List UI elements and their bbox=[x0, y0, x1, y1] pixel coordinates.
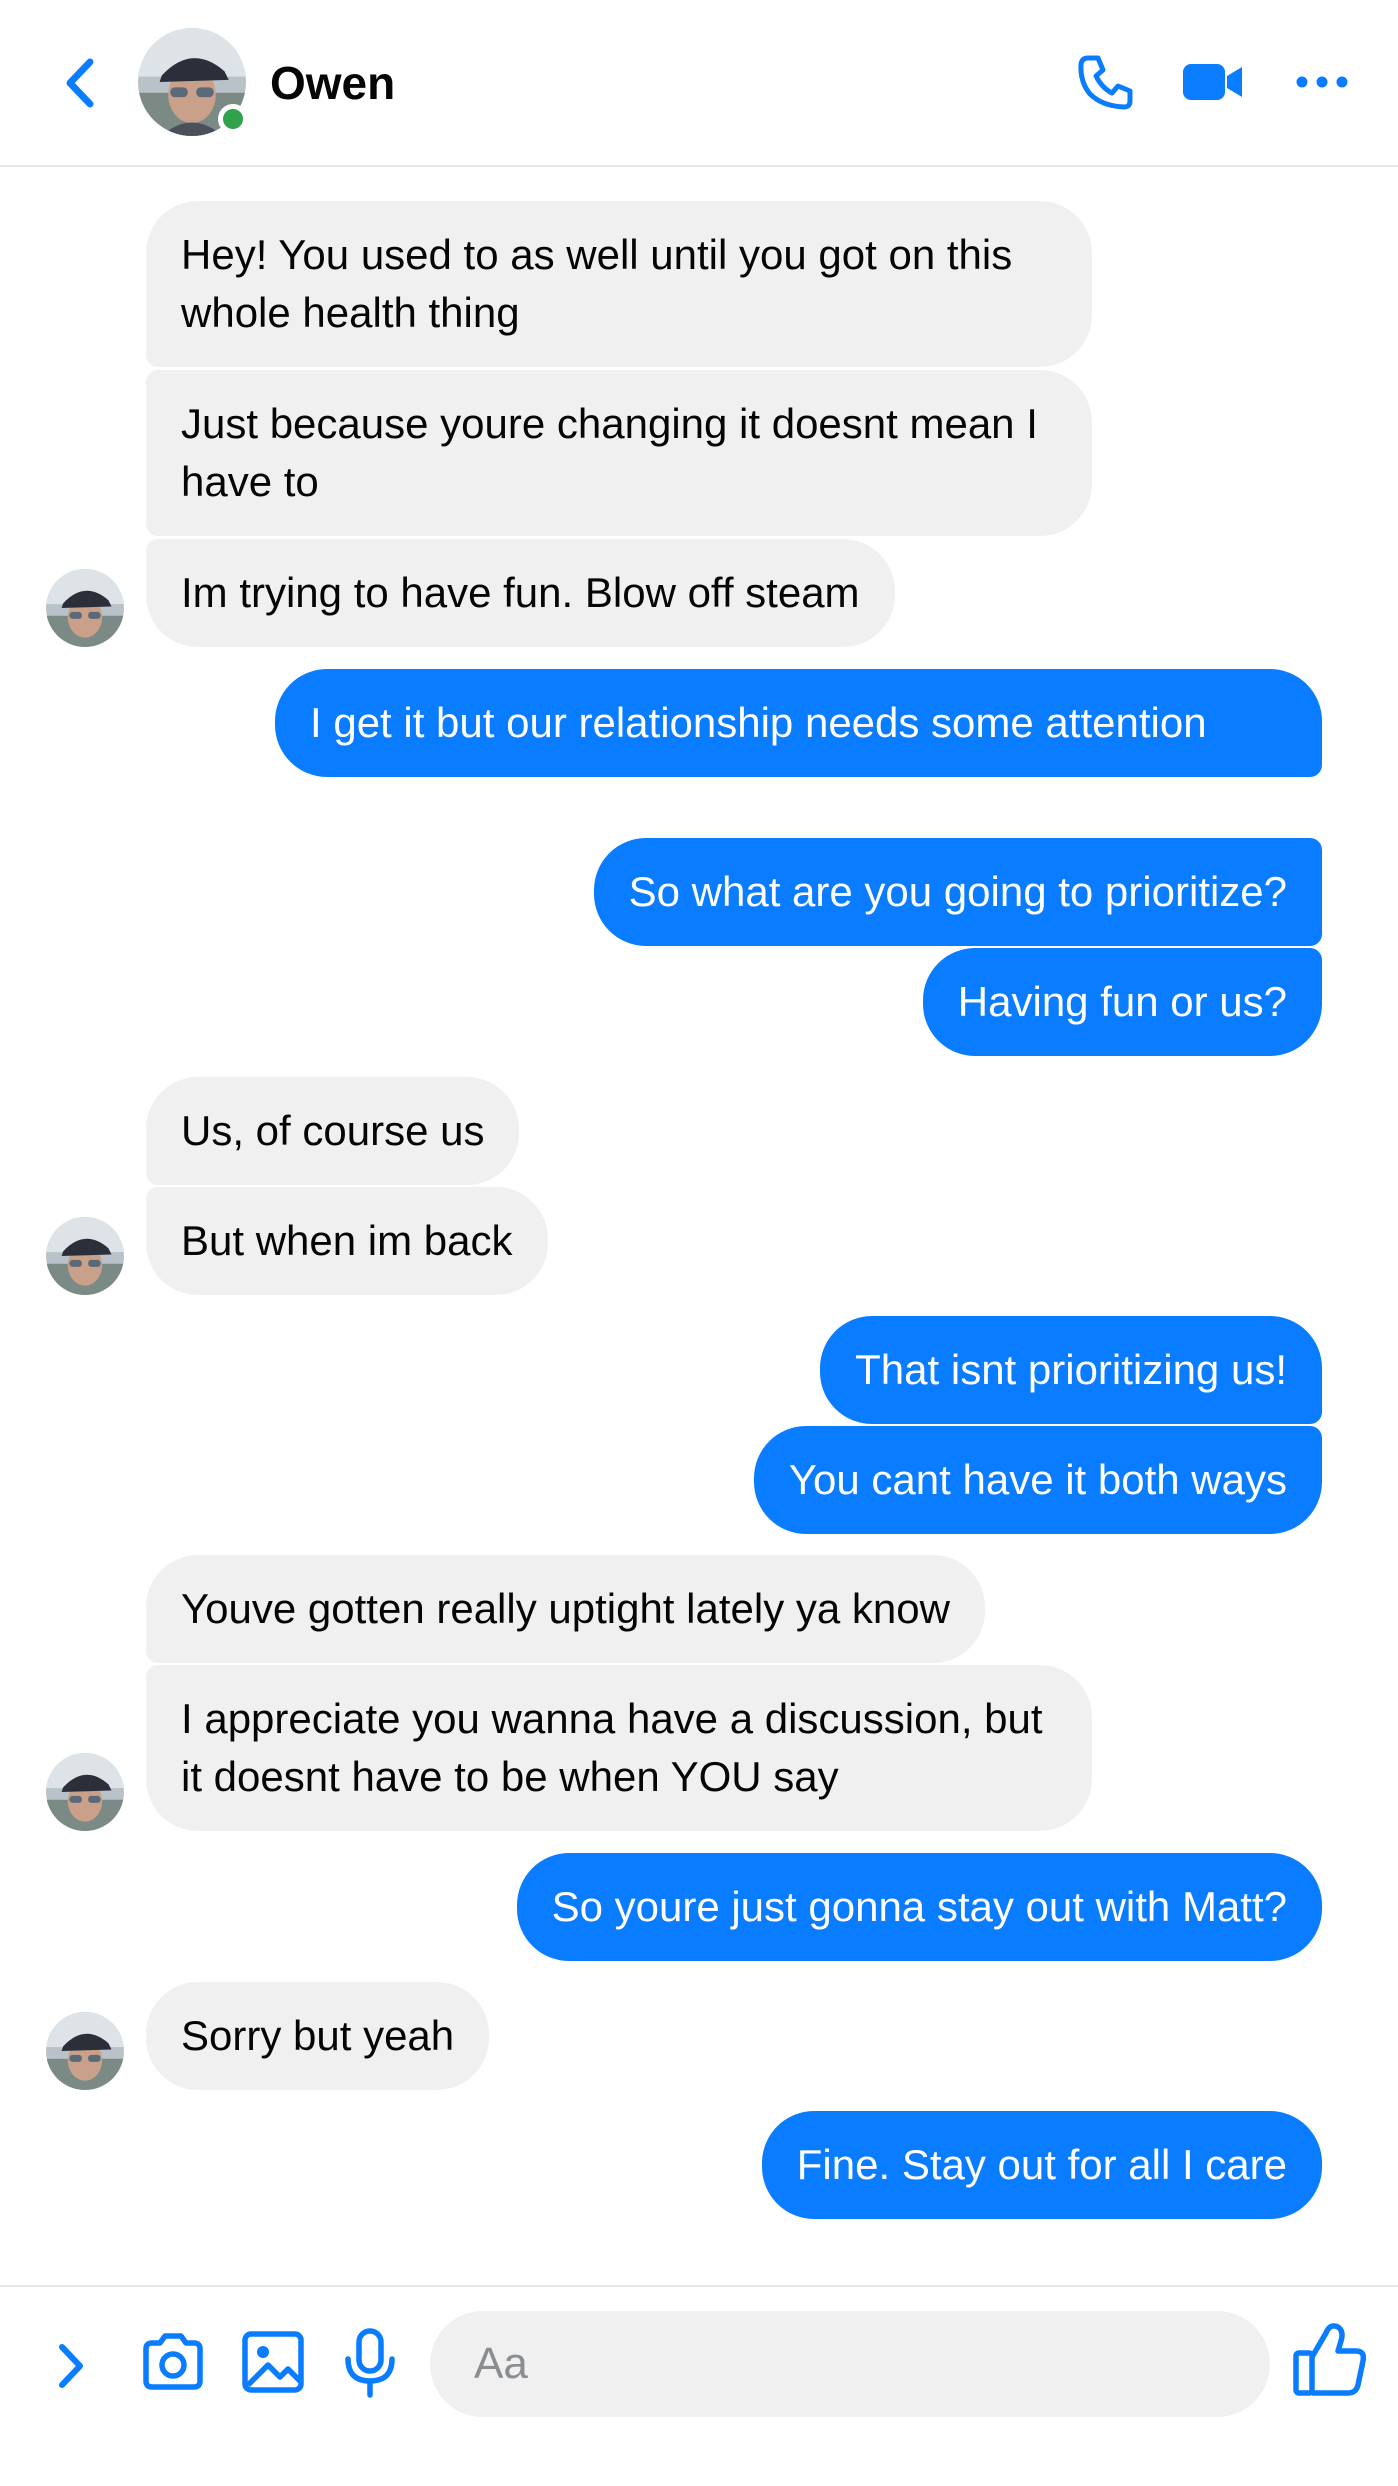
avatar-photo bbox=[46, 1217, 124, 1295]
incoming-message[interactable]: Us, of course us bbox=[146, 1077, 520, 1185]
sender-avatar[interactable] bbox=[46, 1753, 124, 1831]
more-horizontal-icon bbox=[1296, 76, 1348, 88]
outgoing-message[interactable]: That isnt prioritizing us! bbox=[820, 1316, 1322, 1424]
incoming-message[interactable]: Just because youre changing it doesnt me… bbox=[146, 370, 1092, 536]
video-camera-icon bbox=[1183, 64, 1242, 100]
outgoing-message[interactable]: You cant have it both ways bbox=[753, 1426, 1322, 1534]
outgoing-message[interactable]: So what are you going to prioritize? bbox=[593, 838, 1322, 946]
online-status-dot bbox=[218, 104, 248, 134]
chevron-right-icon bbox=[59, 2344, 83, 2388]
contact-avatar[interactable] bbox=[138, 28, 248, 136]
incoming-message[interactable]: Im trying to have fun. Blow off steam bbox=[146, 539, 895, 647]
camera-button[interactable] bbox=[138, 2327, 208, 2397]
incoming-message[interactable]: Youve gotten really uptight lately ya kn… bbox=[146, 1555, 985, 1663]
back-button[interactable] bbox=[52, 50, 112, 116]
incoming-message[interactable]: Sorry but yeah bbox=[146, 1982, 490, 2090]
chat-header: Owen bbox=[0, 0, 1398, 167]
sender-avatar[interactable] bbox=[46, 2012, 124, 2090]
incoming-message[interactable]: Hey! You used to as well until you got o… bbox=[146, 201, 1092, 367]
outgoing-message[interactable]: I get it but our relationship needs some… bbox=[275, 669, 1322, 777]
more-options-button[interactable] bbox=[1292, 50, 1352, 114]
outgoing-message[interactable]: Having fun or us? bbox=[922, 948, 1322, 1056]
outgoing-message[interactable]: So youre just gonna stay out with Matt? bbox=[516, 1853, 1322, 1961]
sender-avatar[interactable] bbox=[46, 569, 124, 647]
like-button[interactable] bbox=[1290, 2317, 1370, 2401]
thumbs-up-icon bbox=[1293, 2323, 1367, 2396]
message-thread[interactable]: Hey! You used to as well until you got o… bbox=[0, 167, 1398, 2285]
video-call-button[interactable] bbox=[1180, 50, 1246, 114]
avatar-photo bbox=[46, 2012, 124, 2090]
incoming-message[interactable]: But when im back bbox=[146, 1187, 548, 1295]
gallery-button[interactable] bbox=[238, 2327, 308, 2397]
sender-avatar[interactable] bbox=[46, 1217, 124, 1295]
avatar-photo bbox=[46, 569, 124, 647]
phone-icon bbox=[1078, 55, 1133, 110]
messenger-chat-screen: Owen Hey! You used to as well until you … bbox=[0, 0, 1398, 2486]
message-composer bbox=[0, 2285, 1398, 2486]
avatar-photo bbox=[46, 1753, 124, 1831]
microphone-icon bbox=[345, 2328, 395, 2398]
camera-icon bbox=[143, 2333, 203, 2390]
incoming-message[interactable]: I appreciate you wanna have a discussion… bbox=[146, 1665, 1092, 1831]
contact-name[interactable]: Owen bbox=[270, 56, 395, 110]
message-input[interactable] bbox=[430, 2311, 1270, 2417]
audio-call-button[interactable] bbox=[1074, 50, 1138, 114]
expand-actions-button[interactable] bbox=[48, 2337, 94, 2395]
outgoing-message[interactable]: Fine. Stay out for all I care bbox=[761, 2111, 1322, 2219]
chevron-left-icon bbox=[66, 58, 94, 108]
voice-message-button[interactable] bbox=[340, 2327, 400, 2399]
image-icon bbox=[242, 2331, 304, 2393]
